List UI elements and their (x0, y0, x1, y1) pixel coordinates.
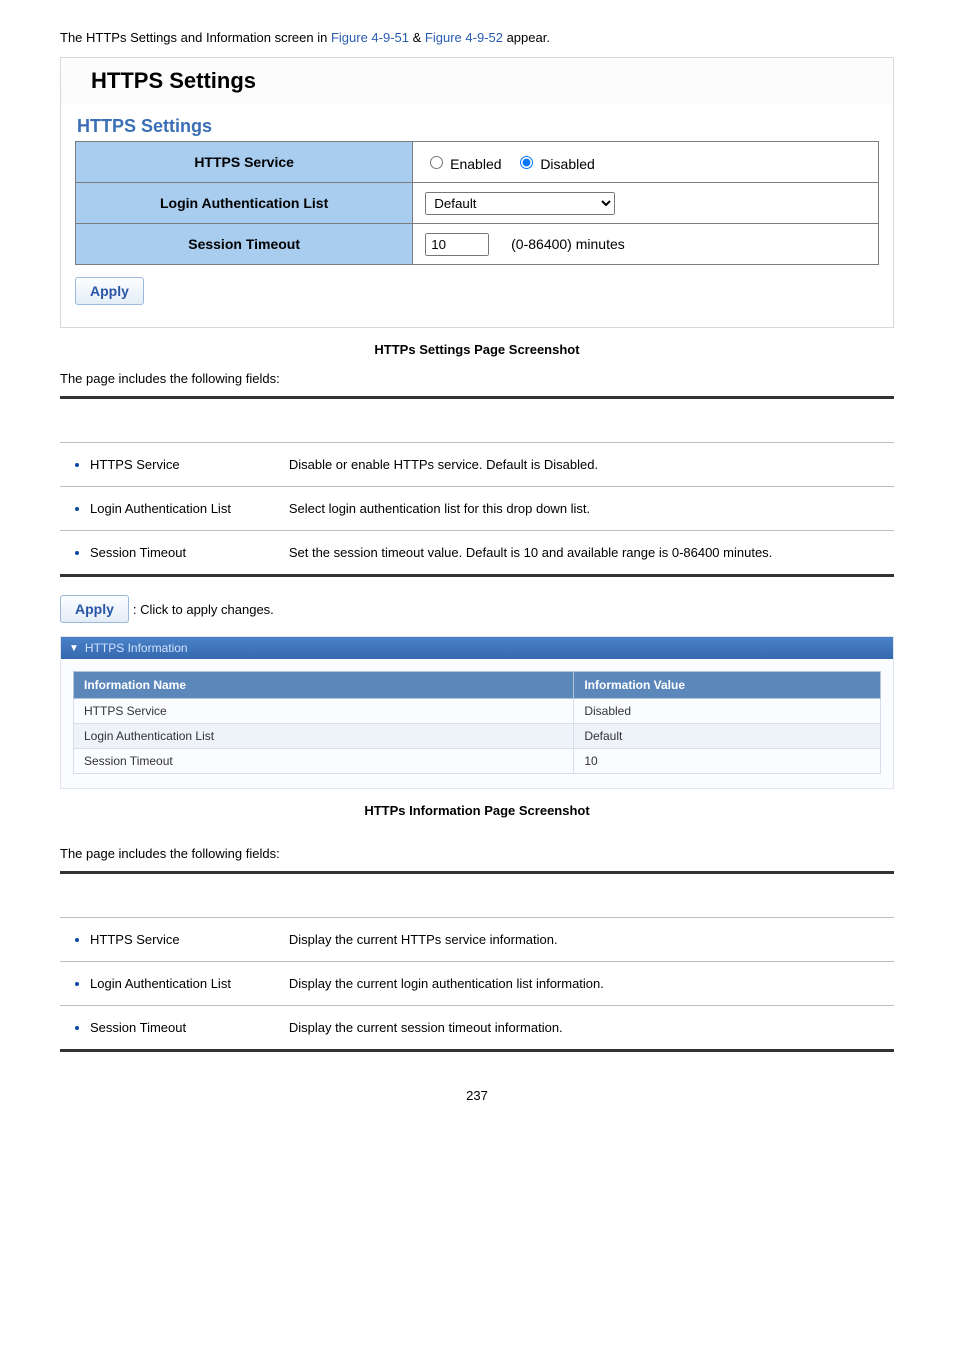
fields1-obj-0: HTTPS Service (90, 457, 265, 472)
row-https-service-label: HTTPS Service (76, 142, 413, 183)
info-col-value: Information Value (574, 672, 881, 699)
fields2-head-desc: Description (277, 873, 894, 918)
settings-table: HTTPS Service Enabled Disabled Login Aut… (75, 141, 879, 265)
intro-prefix: The HTTPs Settings and Information scree… (60, 30, 331, 45)
fields1-head-desc: Description (277, 398, 894, 443)
fig-link-2[interactable]: Figure 4-9-52 (425, 30, 503, 45)
auth-list-select[interactable]: Default (425, 192, 615, 215)
page-number: 237 (60, 1088, 894, 1103)
fields1-obj-2: Session Timeout (90, 545, 265, 560)
apply-button[interactable]: Apply (75, 277, 144, 305)
fields-table-2: Object Description HTTPS Service Display… (60, 871, 894, 1052)
fields2-desc-0: Display the current HTTPs service inform… (277, 918, 894, 962)
timeout-hint: (0-86400) minutes (511, 236, 625, 252)
fields1-desc-1: Select login authentication list for thi… (277, 487, 894, 531)
apply-button-inline[interactable]: Apply (60, 595, 129, 623)
info-row-0-value: Disabled (574, 699, 881, 724)
info-row-1-value: Default (574, 724, 881, 749)
chevron-down-icon: ▼ (69, 643, 79, 654)
caption-settings: HTTPs Settings Page Screenshot (60, 342, 894, 357)
section-title: HTTPS Settings (75, 110, 879, 141)
fields2-desc-1: Display the current login authentication… (277, 962, 894, 1006)
buttons-desc: : Click to apply changes. (133, 602, 274, 617)
row-auth-label: Login Authentication List (76, 183, 413, 224)
info-panel-title: HTTPS Information (85, 641, 188, 655)
info-col-name: Information Name (74, 672, 574, 699)
intro-text: The HTTPs Settings and Information scree… (60, 30, 894, 45)
info-row-2-value: 10 (574, 749, 881, 774)
info-row-0-name: HTTPS Service (74, 699, 574, 724)
info-table: Information Name Information Value HTTPS… (73, 671, 881, 774)
fields1-desc-0: Disable or enable HTTPs service. Default… (277, 443, 894, 487)
fields1-head-object: Object (60, 398, 277, 443)
panel-title: HTTPS Settings (61, 58, 893, 104)
fields2-head-object: Object (60, 873, 277, 918)
https-settings-panel: HTTPS Settings HTTPS Settings HTTPS Serv… (60, 57, 894, 328)
fields2-obj-0: HTTPS Service (90, 932, 265, 947)
intro-amp: & (409, 30, 425, 45)
fields2-obj-2: Session Timeout (90, 1020, 265, 1035)
fields1-desc-2: Set the session timeout value. Default i… (277, 531, 894, 576)
fields1-obj-1: Login Authentication List (90, 501, 265, 516)
radio-disabled-label: Disabled (540, 156, 594, 172)
intro-suffix: appear. (503, 30, 550, 45)
fields-intro-2: The page includes the following fields: (60, 846, 894, 861)
radio-disabled[interactable]: Disabled (515, 156, 594, 172)
row-timeout-label: Session Timeout (76, 224, 413, 265)
session-timeout-input[interactable] (425, 233, 489, 256)
fields2-obj-1: Login Authentication List (90, 976, 265, 991)
fields2-desc-2: Display the current session timeout info… (277, 1006, 894, 1051)
fields-table-1: Object Description HTTPS Service Disable… (60, 396, 894, 577)
info-row-1-name: Login Authentication List (74, 724, 574, 749)
buttons-line: Apply : Click to apply changes. (60, 595, 894, 623)
fields-intro-1: The page includes the following fields: (60, 371, 894, 386)
info-row-2-name: Session Timeout (74, 749, 574, 774)
caption-info: HTTPs Information Page Screenshot (60, 803, 894, 818)
radio-enabled-label: Enabled (450, 156, 501, 172)
fig-link-1[interactable]: Figure 4-9-51 (331, 30, 409, 45)
https-info-panel: ▼ HTTPS Information Information Name Inf… (60, 636, 894, 789)
info-panel-header[interactable]: ▼ HTTPS Information (61, 637, 893, 659)
radio-enabled[interactable]: Enabled (425, 156, 501, 172)
